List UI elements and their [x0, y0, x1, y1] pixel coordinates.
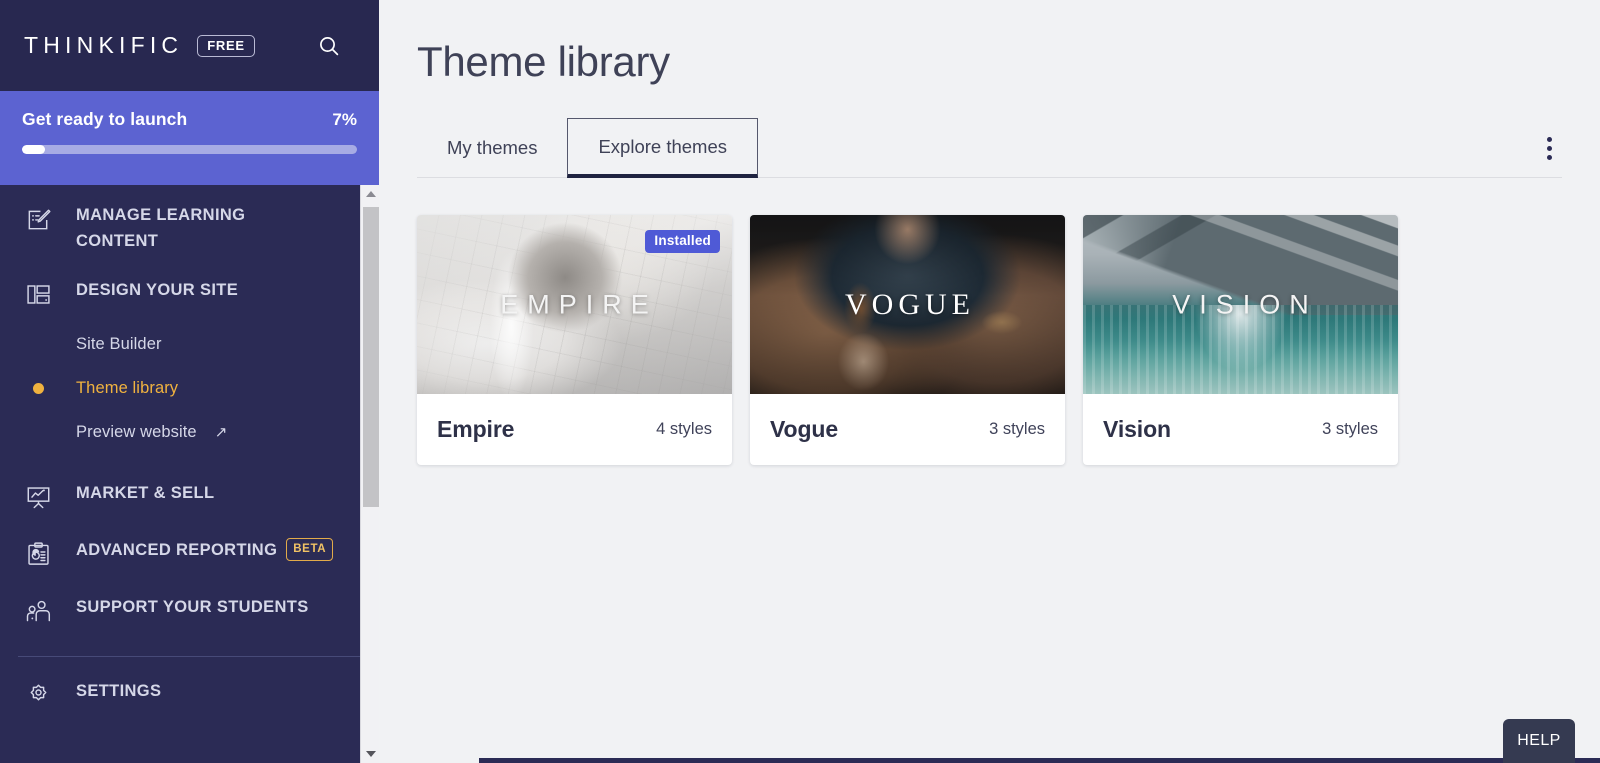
plan-badge-free: FREE [197, 34, 255, 57]
kebab-menu-icon[interactable] [1536, 130, 1562, 166]
clipboard-chart-icon [18, 538, 58, 572]
launch-progress-title: Get ready to launch [22, 109, 188, 129]
sidebar-subitem-label: Theme library [76, 379, 179, 398]
sidebar-scrollbar[interactable] [360, 185, 379, 763]
scrollbar-up-arrow[interactable] [361, 185, 379, 203]
theme-hero-wordmark: EMPIRE [500, 289, 658, 319]
installed-badge: Installed [645, 230, 720, 253]
sidebar-item-label: Advanced reporting BETA [58, 537, 334, 563]
theme-name: Vision [1103, 416, 1171, 442]
launch-progress-header: Get ready to launch 7% [22, 109, 357, 130]
brand-bar: THINKIFIC FREE [0, 0, 379, 91]
theme-card-grid: EMPIRE Installed Empire 4 styles VOGUE V… [417, 215, 1562, 465]
sidebar-item-label: Manage learning content [76, 206, 246, 251]
people-support-icon [18, 595, 58, 629]
theme-preview-image-vogue: VOGUE [750, 215, 1065, 394]
sidebar-item-settings[interactable]: Settings [0, 667, 379, 724]
theme-card-empire[interactable]: EMPIRE Installed Empire 4 styles [417, 215, 732, 465]
presentation-chart-icon [18, 481, 58, 515]
help-button[interactable]: HELP [1503, 719, 1575, 763]
sidebar-divider [18, 655, 361, 657]
theme-card-footer: Empire 4 styles [417, 394, 732, 465]
sidebar-item-advanced-reporting[interactable]: Advanced reporting BETA [0, 526, 379, 583]
launch-progress-percent: 7% [332, 110, 357, 129]
sidebar: THINKIFIC FREE Get ready to launch 7% MA… [0, 0, 379, 763]
theme-card-vogue[interactable]: VOGUE Vogue 3 styles [750, 215, 1065, 465]
gear-icon [18, 679, 58, 713]
sidebar-item-label: Support your students [76, 597, 309, 616]
sidebar-subitem-label: Preview website [76, 423, 197, 442]
sidebar-item-label: Market & sell [76, 483, 215, 502]
sidebar-item-manage-learning-content[interactable]: Manage learning content [0, 191, 379, 266]
active-bullet-icon [18, 383, 58, 395]
theme-styles-count: 4 styles [656, 420, 712, 438]
sidebar-item-site-builder[interactable]: Site Builder [0, 323, 379, 367]
launch-progress-fill [22, 145, 46, 154]
sidebar-item-text: Advanced reporting [76, 540, 278, 559]
page-title: Theme library [417, 38, 670, 85]
sidebar-subitem-label: Site Builder [76, 335, 162, 354]
scrollbar-down-arrow[interactable] [361, 745, 379, 763]
tab-bar: My themes Explore themes [417, 118, 1562, 178]
beta-badge: BETA [286, 537, 334, 562]
sidebar-item-label: Settings [76, 681, 162, 700]
theme-name: Vogue [770, 416, 839, 442]
bottom-strip [479, 758, 1600, 763]
sidebar-item-support-your-students[interactable]: Support your students [0, 583, 379, 640]
theme-styles-count: 3 styles [989, 420, 1045, 438]
note-edit-icon [18, 203, 58, 237]
launch-progress-panel[interactable]: Get ready to launch 7% [0, 91, 379, 185]
theme-preview-image-vision: VISION [1083, 215, 1398, 394]
thinkific-logo[interactable]: THINKIFIC [24, 32, 183, 59]
theme-card-footer: Vogue 3 styles [750, 394, 1065, 465]
theme-hero-wordmark: VISION [1172, 289, 1318, 319]
theme-styles-count: 3 styles [1322, 420, 1378, 438]
scrollbar-thumb[interactable] [363, 207, 379, 507]
sidebar-item-market-and-sell[interactable]: Market & sell [0, 469, 379, 526]
main-content: Theme library My themes Explore themes E… [379, 0, 1600, 763]
theme-card-vision[interactable]: VISION Vision 3 styles [1083, 215, 1398, 465]
theme-preview-image-empire: EMPIRE Installed [417, 215, 732, 394]
theme-hero-wordmark: VOGUE [845, 287, 975, 321]
sidebar-item-label: Design your site [76, 280, 239, 299]
sidebar-nav: Manage learning content Design your site [0, 185, 379, 763]
tab-my-themes[interactable]: My themes [417, 118, 567, 177]
tab-explore-themes[interactable]: Explore themes [567, 118, 759, 178]
theme-name: Empire [437, 416, 515, 442]
app-root: THINKIFIC FREE Get ready to launch 7% MA… [0, 0, 1600, 763]
theme-card-footer: Vision 3 styles [1083, 394, 1398, 465]
external-link-icon: ↗ [214, 424, 228, 442]
layout-panels-icon [18, 278, 58, 312]
sidebar-item-theme-library[interactable]: Theme library [0, 367, 379, 411]
sidebar-item-design-your-site[interactable]: Design your site [0, 266, 379, 323]
launch-progress-track [22, 145, 357, 154]
sidebar-item-preview-website[interactable]: Preview website ↗ [0, 411, 379, 455]
search-icon[interactable] [315, 32, 343, 60]
